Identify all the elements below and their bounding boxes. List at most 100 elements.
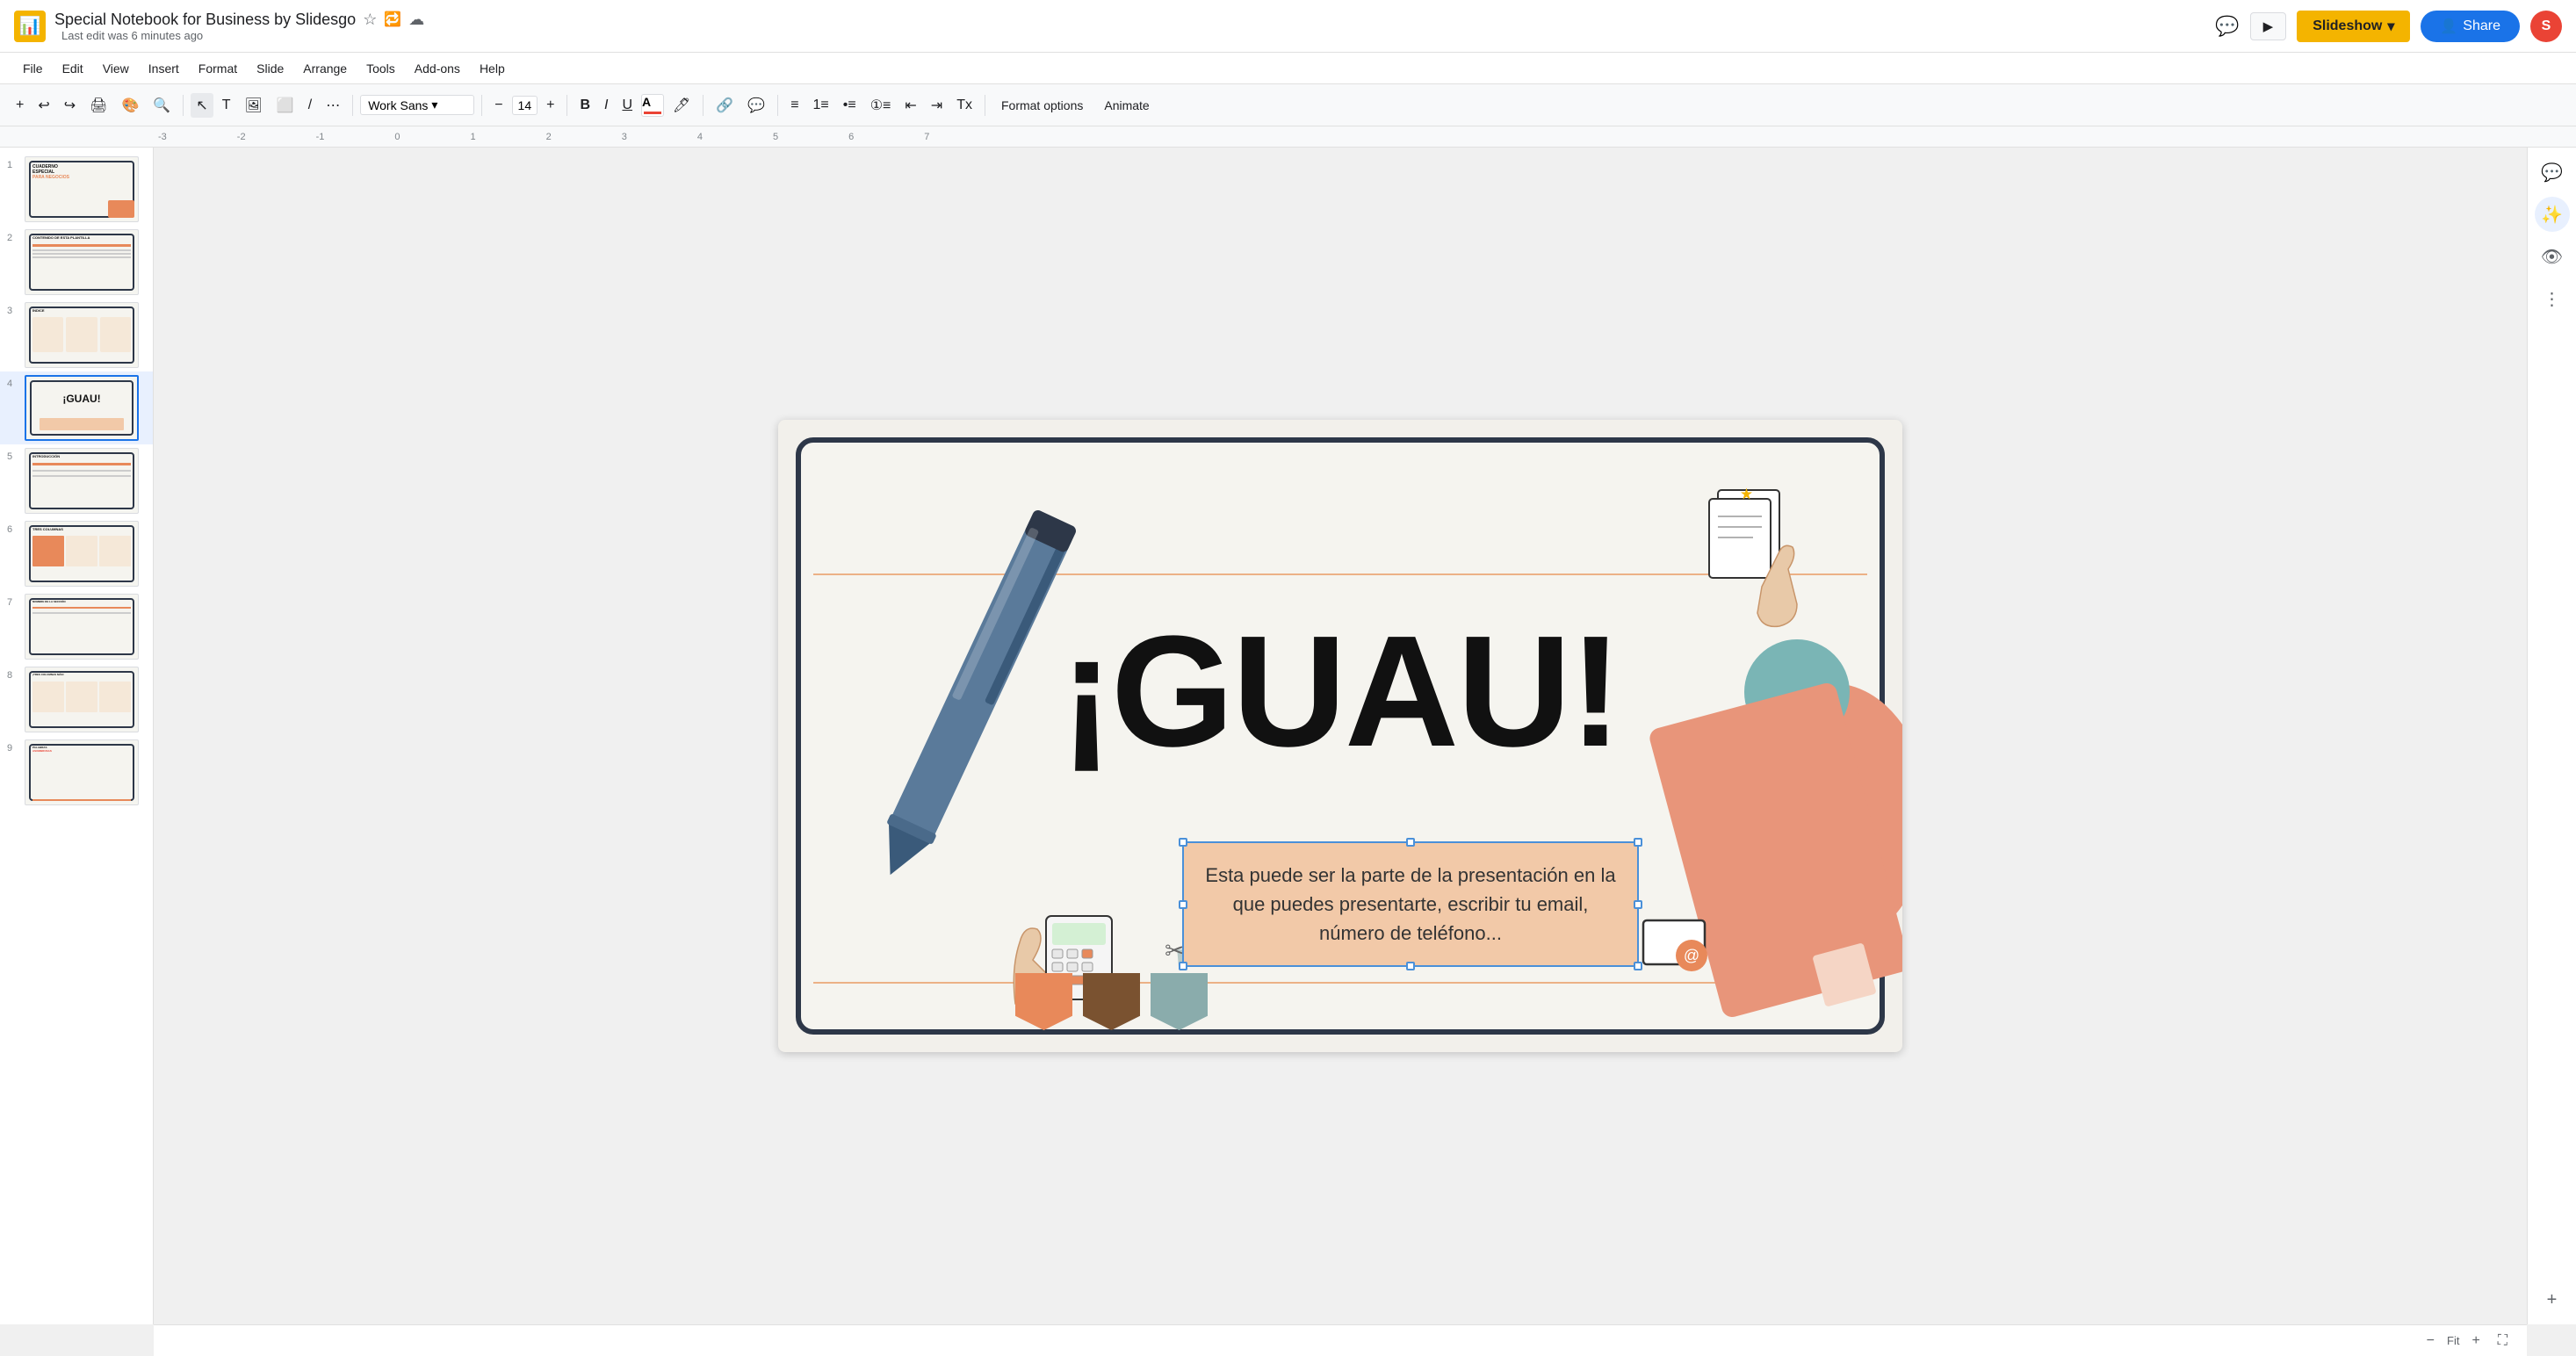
underline-button[interactable]: U <box>617 94 638 117</box>
user-avatar[interactable]: S <box>2530 11 2562 42</box>
slide-number-2: 2 <box>7 229 19 243</box>
paint-button[interactable]: 🎨 <box>116 93 144 118</box>
handle-tc[interactable] <box>1406 838 1415 847</box>
slide-item-3[interactable]: 3 ÍNDICE <box>0 299 153 371</box>
top-right-actions: 💬 ▶ Slideshow ▾ 👤 Share S <box>2215 11 2562 42</box>
flag-2 <box>1083 973 1140 1030</box>
indent-more-button[interactable]: ⇥ <box>926 93 948 118</box>
slide-thumb-8[interactable]: ¡TRES COLUMNAS MÁS! <box>25 667 139 732</box>
menu-slide[interactable]: Slide <box>248 58 292 79</box>
zoom-button[interactable]: 🔍 <box>148 93 176 118</box>
menu-edit[interactable]: Edit <box>54 58 92 79</box>
slide-item-4[interactable]: 4 ¡GUAU! <box>0 371 153 444</box>
right-panel-suggestions[interactable]: 👁 <box>2535 239 2570 274</box>
slide-thumb-1[interactable]: CUADERNOESPECIALPARA NEGOCIOS <box>25 156 139 222</box>
font-dropdown-icon: ▾ <box>431 97 437 112</box>
menu-help[interactable]: Help <box>471 58 514 79</box>
comment-inline-button[interactable]: 💬 <box>742 93 770 118</box>
indent-less-button[interactable]: ⇤ <box>899 93 921 118</box>
cursor-tool[interactable]: ↖ <box>191 93 213 118</box>
slide-thumb-3[interactable]: ÍNDICE <box>25 302 139 368</box>
slide-thumb-5[interactable]: INTRODUCCIÓN <box>25 448 139 514</box>
zoom-out-button[interactable]: − <box>2421 1331 2440 1351</box>
slide-number-7: 7 <box>7 594 19 608</box>
handle-bl[interactable] <box>1179 962 1187 970</box>
menu-insert[interactable]: Insert <box>140 58 188 79</box>
slide-thumb-7[interactable]: NOMBRE DE LA SECCIÓN <box>25 594 139 660</box>
undo-button[interactable]: ↩ <box>32 93 54 118</box>
menu-tools[interactable]: Tools <box>357 58 404 79</box>
star-icon[interactable]: ☆ <box>363 11 377 29</box>
image-tool[interactable]: 🖼 <box>240 93 268 118</box>
slide-number-3: 3 <box>7 302 19 316</box>
font-size-decrease[interactable]: − <box>489 94 508 117</box>
save-cloud-icon[interactable]: 🔁 <box>384 11 401 28</box>
font-size-increase[interactable]: + <box>541 94 559 117</box>
slide-item-2[interactable]: 2 CONTENIDO DE ESTA PLANTILLA <box>0 226 153 299</box>
menu-arrange[interactable]: Arrange <box>294 58 356 79</box>
add-button[interactable]: + <box>11 94 29 117</box>
slide-item-6[interactable]: 6 TRES COLUMNAS <box>0 517 153 590</box>
list-ordered-button[interactable]: 1≡ <box>808 94 834 117</box>
top-bar: 📊 Special Notebook for Business by Slide… <box>0 0 2576 53</box>
flag-3 <box>1151 973 1208 1030</box>
font-selector[interactable]: Work Sans ▾ <box>360 95 474 115</box>
menu-addons[interactable]: Add-ons <box>406 58 469 79</box>
menu-view[interactable]: View <box>94 58 138 79</box>
redo-button[interactable]: ↪ <box>59 93 81 118</box>
fullscreen-button[interactable]: ⛶ <box>2493 1331 2513 1351</box>
menu-file[interactable]: File <box>14 58 52 79</box>
share-button[interactable]: 👤 Share <box>2421 11 2520 42</box>
more-tools[interactable]: ⋯ <box>321 93 345 118</box>
slideshow-button[interactable]: Slideshow ▾ <box>2297 11 2410 42</box>
slideshow-label: Slideshow <box>2313 18 2382 34</box>
email-icon: @ <box>1639 907 1709 982</box>
right-panel-chat[interactable]: 💬 <box>2535 155 2570 190</box>
present-button[interactable]: ▶ <box>2250 12 2287 40</box>
list-unordered-button[interactable]: •≡ <box>838 94 862 117</box>
handle-ml[interactable] <box>1179 900 1187 909</box>
italic-button[interactable]: I <box>599 94 613 117</box>
ruler-top: -3 -2 -1 0 1 2 3 4 5 6 7 <box>0 126 2576 148</box>
list-num2-button[interactable]: ①≡ <box>865 93 897 118</box>
text-color-button[interactable]: A <box>641 94 664 117</box>
align-button[interactable]: ≡ <box>785 94 804 117</box>
right-panel-plus[interactable]: + <box>2535 1282 2570 1317</box>
print-button[interactable]: 🖨 <box>84 93 112 118</box>
main-layout: 1 CUADERNOESPECIALPARA NEGOCIOS 2 CONTEN… <box>0 148 2576 1324</box>
banner-flags <box>1015 973 1208 1030</box>
app-icon[interactable]: 📊 <box>14 11 46 42</box>
slide-item-8[interactable]: 8 ¡TRES COLUMNAS MÁS! <box>0 663 153 736</box>
font-size-input[interactable]: 14 <box>512 96 538 115</box>
slide-item-9[interactable]: 9 PALABRASASOMBROSAS <box>0 736 153 809</box>
format-options-button[interactable]: Format options <box>992 95 1092 116</box>
line-tool[interactable]: / <box>303 94 317 117</box>
zoom-in-button[interactable]: + <box>2466 1331 2485 1351</box>
text-tool[interactable]: T <box>217 94 236 117</box>
right-panel-more[interactable]: ⋮ <box>2535 281 2570 316</box>
menu-format[interactable]: Format <box>190 58 246 79</box>
link-button[interactable]: 🔗 <box>711 93 739 118</box>
handle-tr[interactable] <box>1634 838 1642 847</box>
animate-button[interactable]: Animate <box>1095 95 1158 116</box>
shape-tool[interactable]: ⬜ <box>271 93 299 118</box>
slide-thumb-2[interactable]: CONTENIDO DE ESTA PLANTILLA <box>25 229 139 295</box>
slide-thumb-9[interactable]: PALABRASASOMBROSAS <box>25 739 139 805</box>
slide-item-7[interactable]: 7 NOMBRE DE LA SECCIÓN <box>0 590 153 663</box>
slide-thumb-4[interactable]: ¡GUAU! <box>25 375 139 441</box>
right-panel-ai[interactable]: ✨ <box>2535 197 2570 232</box>
bold-button[interactable]: B <box>574 94 595 117</box>
highlight-button[interactable]: 🖊 <box>667 93 696 118</box>
handle-tl[interactable] <box>1179 838 1187 847</box>
comment-button[interactable]: 💬 <box>2215 15 2239 38</box>
slide-item-1[interactable]: 1 CUADERNOESPECIALPARA NEGOCIOS <box>0 153 153 226</box>
selected-text-box[interactable]: Esta puede ser la parte de la presentaci… <box>1182 841 1639 967</box>
cloud-icon[interactable]: ☁ <box>408 11 424 29</box>
slideshow-dropdown-icon: ▾ <box>2387 18 2394 35</box>
slide-number-4: 4 <box>7 375 19 389</box>
clear-format-button[interactable]: Tx <box>951 94 978 117</box>
divider-3 <box>481 95 482 116</box>
handle-bc[interactable] <box>1406 962 1415 970</box>
slide-item-5[interactable]: 5 INTRODUCCIÓN <box>0 444 153 517</box>
slide-thumb-6[interactable]: TRES COLUMNAS <box>25 521 139 587</box>
